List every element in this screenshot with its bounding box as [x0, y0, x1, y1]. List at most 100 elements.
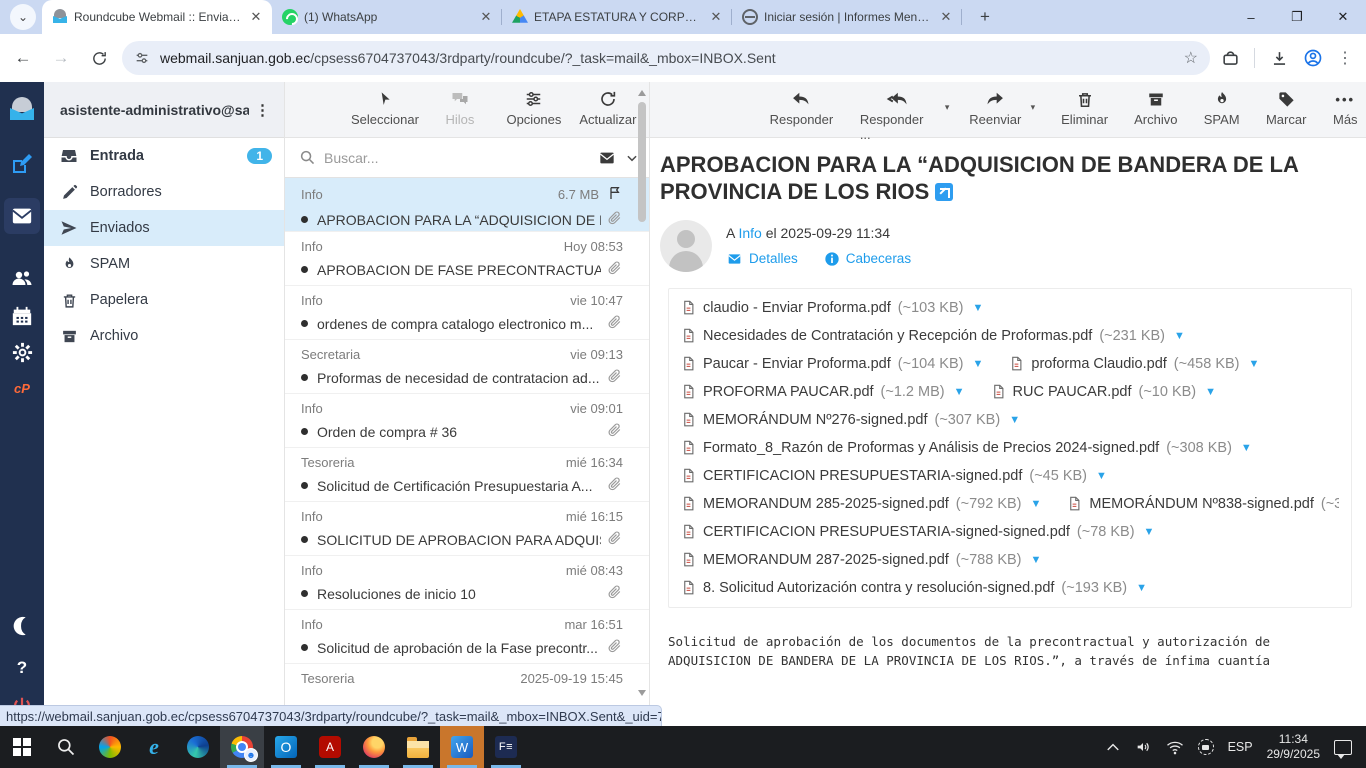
attachment-item[interactable]: proforma Claudio.pdf (~458 KB) ▼ — [1009, 355, 1259, 372]
attachment-item[interactable]: Formato_8_Razón de Proformas y Análisis … — [681, 439, 1252, 456]
list-item[interactable]: Info mié 08:43 Resoluciones de inicio 10 — [285, 556, 649, 610]
taskbar-acrobat-button[interactable]: A — [308, 726, 352, 768]
recipient-link[interactable]: Info — [738, 225, 761, 241]
search-scope-mail-icon[interactable] — [597, 150, 617, 166]
attachment-menu-caret-icon[interactable]: ▼ — [1144, 526, 1155, 538]
window-minimize-button[interactable]: – — [1228, 0, 1274, 34]
attachment-item[interactable]: Paucar - Enviar Proforma.pdf (~104 KB) ▼ — [681, 355, 983, 372]
list-item[interactable]: Info Hoy 08:53 APROBACION DE FASE PRECON… — [285, 232, 649, 286]
sidebar-item-spam[interactable]: SPAM — [44, 246, 284, 282]
threads-button[interactable]: Hilos — [427, 89, 493, 127]
list-item[interactable]: Info mié 16:15 SOLICITUD DE APROBACION P… — [285, 502, 649, 556]
start-button[interactable] — [0, 726, 44, 768]
attachment-item[interactable]: MEMORÁNDUM Nº276-signed.pdf (~307 KB) ▼ — [681, 411, 1020, 428]
attachment-item[interactable]: 8. Solicitud Autorización contra y resol… — [681, 579, 1147, 596]
attachment-menu-caret-icon[interactable]: ▼ — [1136, 582, 1147, 594]
options-button[interactable]: Opciones — [501, 89, 567, 127]
sidebar-item-borradores[interactable]: Borradores — [44, 174, 284, 210]
attachment-menu-caret-icon[interactable]: ▼ — [972, 358, 983, 370]
help-button[interactable]: ? — [4, 650, 40, 686]
attachment-menu-caret-icon[interactable]: ▼ — [1241, 442, 1252, 454]
taskbar-explorer-button[interactable] — [396, 726, 440, 768]
reply-all-button[interactable]: Responder ... ▾ — [851, 89, 944, 142]
back-button[interactable]: ← — [8, 43, 38, 73]
tab-informes[interactable]: Iniciar sesión | Informes Mensua ✕ — [732, 0, 962, 34]
extensions-icon[interactable] — [1220, 48, 1240, 68]
sidebar-item-papelera[interactable]: Papelera — [44, 282, 284, 318]
list-item[interactable]: Info 6.7 MB APROBACION PARA LA “ADQUISIC… — [285, 178, 649, 232]
tab-close-icon[interactable]: ✕ — [708, 9, 724, 25]
sidebar-item-archivo[interactable]: Archivo — [44, 318, 284, 354]
taskbar-fes-button[interactable]: F≡ — [484, 726, 528, 768]
forward-button[interactable]: Reenviar ▾ — [961, 89, 1029, 127]
list-item[interactable]: Info vie 10:47 ordenes de compra catalog… — [285, 286, 649, 340]
bookmark-star-icon[interactable]: ☆ — [1184, 48, 1198, 68]
mark-button[interactable]: Marcar — [1258, 89, 1315, 127]
reload-button[interactable] — [84, 43, 114, 73]
scroll-down-icon[interactable] — [638, 690, 646, 696]
reply-button[interactable]: Responder — [762, 89, 841, 127]
volume-icon[interactable] — [1134, 739, 1152, 755]
archive-button[interactable]: Archivo — [1126, 89, 1185, 127]
new-tab-button[interactable]: + — [972, 4, 998, 30]
attachment-item[interactable]: CERTIFICACION PRESUPUESTARIA-signed.pdf … — [681, 467, 1107, 484]
taskbar-firefox-button[interactable] — [352, 726, 396, 768]
taskbar-search-button[interactable] — [44, 726, 88, 768]
tab-search-button[interactable]: ⌄ — [10, 4, 36, 30]
tab-close-icon[interactable]: ✕ — [248, 9, 264, 25]
more-button[interactable]: ••• Más — [1325, 89, 1366, 127]
window-restore-button[interactable]: ❐ — [1274, 0, 1320, 34]
omnibox[interactable]: webmail.sanjuan.gob.ec/cpsess6704737043/… — [122, 41, 1210, 75]
calendar-nav-button[interactable] — [4, 298, 40, 334]
refresh-button[interactable]: Actualizar — [575, 89, 641, 127]
cpanel-icon[interactable]: cP — [4, 370, 40, 406]
wifi-icon[interactable] — [1166, 740, 1184, 755]
profile-avatar-icon[interactable] — [1303, 48, 1323, 68]
dark-mode-button[interactable] — [4, 608, 40, 644]
attachment-menu-caret-icon[interactable]: ▼ — [1205, 386, 1216, 398]
attachment-item[interactable]: CERTIFICACION PRESUPUESTARIA-signed-sign… — [681, 523, 1154, 540]
taskbar-word-button[interactable]: W — [440, 726, 484, 768]
external-link-icon[interactable] — [935, 183, 953, 201]
language-indicator[interactable]: ESP — [1228, 740, 1253, 754]
attachment-menu-caret-icon[interactable]: ▼ — [1096, 470, 1107, 482]
delete-button[interactable]: Eliminar — [1053, 89, 1116, 127]
attachment-item[interactable]: RUC PAUCAR.pdf (~10 KB) ▼ — [991, 383, 1217, 400]
list-item[interactable]: Secretaria vie 09:13 Proformas de necesi… — [285, 340, 649, 394]
tray-capture-icon[interactable] — [1198, 739, 1214, 755]
details-link[interactable]: Detalles — [726, 251, 798, 267]
taskbar-outlook-button[interactable]: O — [264, 726, 308, 768]
scrollbar-thumb[interactable] — [638, 102, 646, 222]
attachment-item[interactable]: claudio - Enviar Proforma.pdf (~103 KB) … — [681, 299, 983, 316]
clock[interactable]: 11:3429/9/2025 — [1267, 732, 1320, 762]
select-button[interactable]: Seleccionar — [351, 89, 419, 127]
attachment-menu-caret-icon[interactable]: ▼ — [1249, 358, 1260, 370]
sidebar-item-entrada[interactable]: Entrada 1 — [44, 138, 284, 174]
notifications-icon[interactable] — [1334, 740, 1352, 755]
attachment-menu-caret-icon[interactable]: ▼ — [1174, 330, 1185, 342]
list-item[interactable]: Tesoreria mié 16:34 Solicitud de Certifi… — [285, 448, 649, 502]
attachment-item[interactable]: Necesidades de Contratación y Recepción … — [681, 327, 1185, 344]
downloads-icon[interactable] — [1269, 48, 1289, 68]
taskbar-copilot-button[interactable] — [88, 726, 132, 768]
list-scrollbar[interactable] — [636, 82, 648, 726]
reply-all-caret-icon[interactable]: ▾ — [945, 102, 950, 113]
attachment-item[interactable]: PROFORMA PAUCAR.pdf (~1.2 MB) ▼ — [681, 383, 965, 400]
attachment-menu-caret-icon[interactable]: ▼ — [1031, 498, 1042, 510]
tab-drive[interactable]: ETAPA ESTATURA Y CORPORAL ✕ — [502, 0, 732, 34]
attachment-menu-caret-icon[interactable]: ▼ — [972, 302, 983, 314]
tab-close-icon[interactable]: ✕ — [478, 9, 494, 25]
tab-whatsapp[interactable]: (1) WhatsApp ✕ — [272, 0, 502, 34]
scroll-up-icon[interactable] — [638, 90, 646, 96]
flag-icon[interactable] — [607, 185, 623, 204]
taskbar-ie-button[interactable]: e — [132, 726, 176, 768]
sidebar-item-enviados[interactable]: Enviados — [44, 210, 284, 246]
attachment-menu-caret-icon[interactable]: ▼ — [1031, 554, 1042, 566]
roundcube-logo-icon[interactable] — [9, 96, 35, 122]
attachment-item[interactable]: MEMORÁNDUM Nº838-signed.pdf (~350 KB) ▼ — [1067, 495, 1339, 512]
chrome-menu-icon[interactable]: ⋮ — [1337, 48, 1354, 68]
headers-link[interactable]: Cabeceras — [824, 251, 911, 267]
tab-roundcube[interactable]: Roundcube Webmail :: Enviados ✕ — [42, 0, 272, 34]
list-item[interactable]: Info mar 16:51 Solicitud de aprobación d… — [285, 610, 649, 664]
settings-nav-button[interactable] — [4, 334, 40, 370]
